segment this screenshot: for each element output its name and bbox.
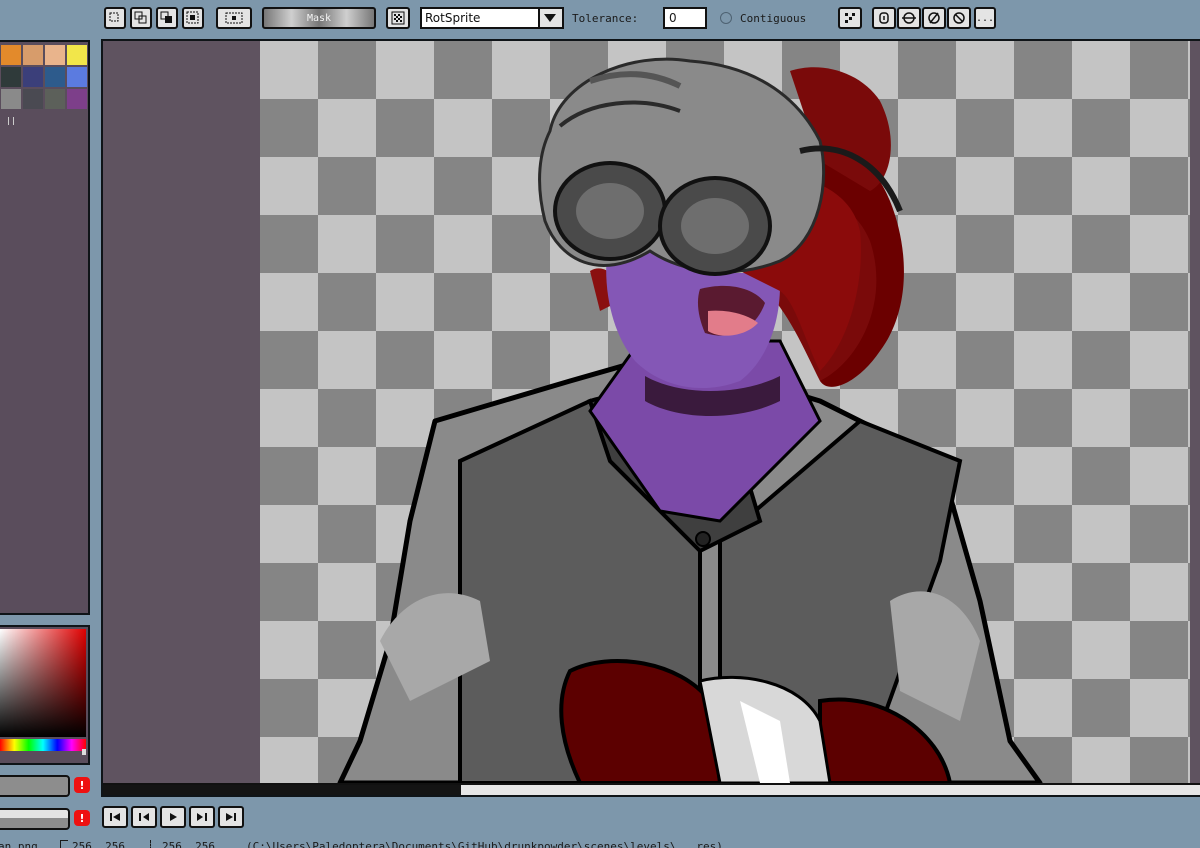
tolerance-label: Tolerance: <box>572 12 639 25</box>
palette-swatch[interactable] <box>67 89 87 109</box>
selection-mode-add-button[interactable] <box>130 7 152 29</box>
palette-swatch[interactable] <box>45 67 65 87</box>
outline-icon <box>902 12 916 24</box>
status-path: (C:\Users\Paledoptera\Documents\GitHub\d… <box>246 840 723 848</box>
status-selection-dimensions: 256, 256 <box>162 840 215 848</box>
palette-swatch[interactable] <box>67 45 87 65</box>
saturation-value-area[interactable] <box>0 629 86 737</box>
palette-swatch[interactable] <box>1 89 21 109</box>
slash-circle-icon <box>928 12 940 24</box>
selection-add-icon <box>134 11 147 24</box>
pixel-perfect-icon <box>225 12 243 24</box>
outline-button[interactable] <box>897 7 921 29</box>
palette-panel <box>0 40 90 615</box>
step-back-icon <box>139 813 149 821</box>
resize-method-dropdown[interactable]: RotSprite <box>420 7 564 29</box>
color-picker-panel <box>0 625 90 765</box>
step-forward-icon <box>197 813 207 821</box>
resize-method-value: RotSprite <box>425 11 481 25</box>
warning-badge-2[interactable]: ! <box>74 810 90 826</box>
dither-pattern-icon <box>391 11 405 25</box>
pixel-perfect-button[interactable] <box>216 7 252 29</box>
canvas-viewport[interactable] <box>101 39 1200 797</box>
status-dimensions: 256, 256 <box>72 840 125 848</box>
palette-swatch[interactable] <box>1 45 21 65</box>
clear-icon <box>953 12 965 24</box>
left-slider-2[interactable] <box>0 808 70 830</box>
hue-slider[interactable] <box>0 739 86 751</box>
selection-subtract-icon <box>160 11 172 23</box>
selection-replace-icon <box>109 12 119 22</box>
canvas-horizontal-scrollbar[interactable] <box>103 783 1200 795</box>
flip-icon <box>845 13 855 23</box>
status-bar: an.png 256, 256 256, 256 (C:\Users\Paled… <box>0 836 1200 848</box>
contiguous-checkbox[interactable] <box>720 12 732 24</box>
clear-button[interactable] <box>947 7 971 29</box>
play-button[interactable] <box>160 806 186 828</box>
skip-to-end-icon <box>226 813 236 821</box>
warning-icon: ! <box>79 811 85 825</box>
more-label: ... <box>975 12 995 24</box>
play-icon <box>170 813 177 821</box>
selection-size-icon <box>150 840 156 848</box>
left-slider-1[interactable] <box>0 775 70 797</box>
rotate-button[interactable] <box>872 7 896 29</box>
rotate-icon <box>879 12 889 24</box>
flip-button[interactable] <box>838 7 862 29</box>
last-frame-button[interactable] <box>218 806 244 828</box>
palette-swatch[interactable] <box>45 89 65 109</box>
tolerance-input[interactable]: 0 <box>663 7 707 29</box>
selection-mode-intersect-button[interactable] <box>182 7 204 29</box>
warning-icon: ! <box>79 778 85 792</box>
mask-button[interactable]: Mask <box>262 7 376 29</box>
dither-pattern-button[interactable] <box>386 7 410 29</box>
palette-swatch[interactable] <box>23 89 43 109</box>
tolerance-value: 0 <box>669 11 677 25</box>
hue-slider-handle[interactable] <box>82 749 86 755</box>
contiguous-label: Contiguous <box>740 12 807 25</box>
mask-label: Mask <box>306 12 332 24</box>
palette-grid <box>1 45 87 111</box>
skip-to-start-icon <box>110 813 120 821</box>
selection-intersect-icon <box>186 11 199 24</box>
more-options-button[interactable]: ... <box>974 7 996 29</box>
status-filename: an.png <box>0 840 38 848</box>
selection-mode-replace-button[interactable] <box>104 7 126 29</box>
first-frame-button[interactable] <box>102 806 128 828</box>
canvas-size-icon <box>60 840 68 848</box>
chevron-down-icon <box>544 14 556 22</box>
next-frame-button[interactable] <box>189 806 215 828</box>
palette-swatch[interactable] <box>45 45 65 65</box>
palette-swatch[interactable] <box>67 67 87 87</box>
no-outline-button[interactable] <box>922 7 946 29</box>
previous-frame-button[interactable] <box>131 806 157 828</box>
animation-controls <box>100 805 248 829</box>
scrollbar-thumb[interactable] <box>103 785 461 795</box>
dropdown-arrow-button[interactable] <box>538 9 562 27</box>
palette-swatch[interactable] <box>1 67 21 87</box>
canvas-artwork[interactable] <box>260 41 1190 783</box>
palette-swatch[interactable] <box>23 45 43 65</box>
top-toolbar: Mask RotSprite Tolerance: 0 Contiguous .… <box>0 0 1200 36</box>
palette-scroll-grip[interactable] <box>8 117 14 125</box>
selection-mode-subtract-button[interactable] <box>156 7 178 29</box>
palette-swatch[interactable] <box>23 67 43 87</box>
warning-badge-1[interactable]: ! <box>74 777 90 793</box>
